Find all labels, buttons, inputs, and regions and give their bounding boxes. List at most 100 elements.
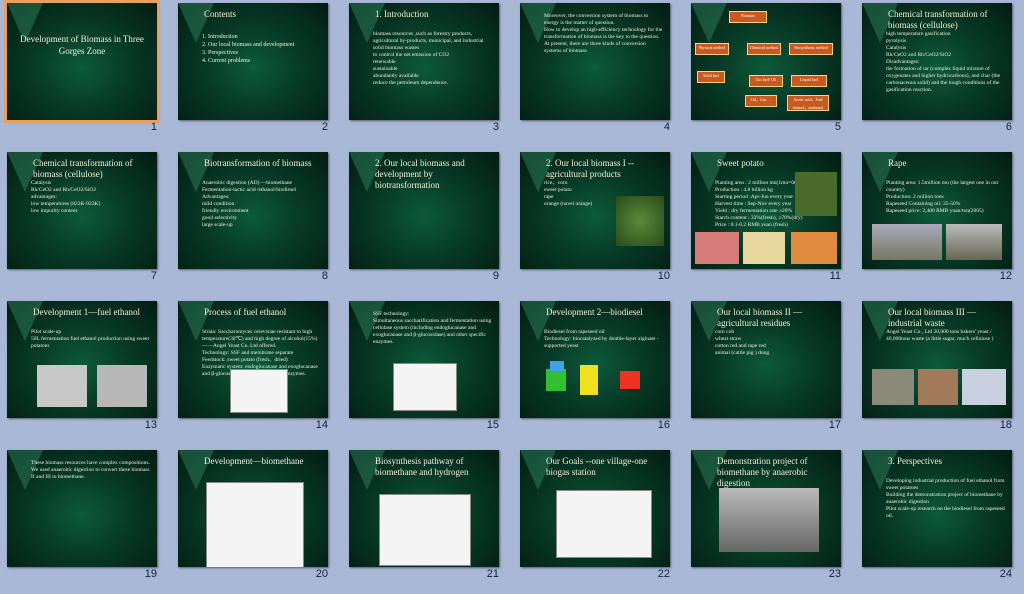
slide-title: Contents [204,9,237,19]
slide-body: Moreover, the conversion system of bioma… [544,13,664,55]
slide-number: 20 [315,568,328,580]
bullet-line: sustainable [373,66,398,72]
slide-body: Angel Yeast Co., Ltd 20,000 tons bakers'… [886,329,1006,343]
bullet-line: mild condition [202,201,235,207]
bullet-line: wheat straw [715,336,742,342]
slide-thumbnail[interactable]: Chemical transformation of biomass (cell… [7,152,157,269]
bullet-line: At present, there are three kinds of con… [544,41,646,54]
bullet-line: Catalysis [886,45,907,51]
slide-image [97,365,147,407]
slide-thumbnail[interactable]: 2. Our local biomass I -- agricultural p… [520,152,670,269]
slide-cell: 1. Introduction biomass resources ,such a… [342,0,513,147]
slide-thumbnail[interactable]: Biotransformation of biomass Anaerobic di… [178,152,328,269]
slide-cell: Process of fuel ethanol Strain: Saccharom… [171,298,342,445]
slide-thumbnail[interactable]: Sweet potato Planting area : 2 million mu… [691,152,841,269]
slide-image [791,232,837,264]
slide-number: 12 [999,270,1012,282]
slide-thumbnail[interactable]: Development 1—fuel ethanol Pilot scale-up… [7,301,157,418]
bullet-line: reduce the petroleum dependence. [373,80,449,86]
slide-cell: Biomass Physical method Chemical method Bio… [684,0,855,147]
bullet-line: These biomass resources have complex com… [31,460,150,466]
slide-thumbnail[interactable]: Development of Biomass in Three Gorges Z… [4,0,160,123]
slide-image [795,172,837,216]
slide-number: 2 [321,121,328,133]
slide-thumbnail[interactable]: Our Goals --one village-one biogas stati… [520,450,670,567]
flowchart-box: Liquid fuel [791,75,827,87]
bullet-line: renewable [373,59,396,65]
slide-number: 19 [144,568,157,580]
slide-thumbnail[interactable]: Process of fuel ethanol Strain: Saccharom… [178,301,328,418]
bullet-line: Feedstock: sweet potato (fresh、dried) [202,357,288,363]
bullet-line: SSF technology: [373,311,410,317]
bullet-line: Fermentation-lactic acid /ethanol/biodie… [202,187,297,193]
slide-title: Demonstration project of biomethane by a… [717,456,808,488]
slide-image [620,371,640,389]
slide-image [550,361,564,371]
slide-thumbnail[interactable]: 2. Our local biomass and development by … [349,152,499,269]
bullet-line: Production: 2 million tons [886,194,944,200]
slide-thumbnail[interactable]: Biosynthesis pathway of biomethane and h… [349,450,499,567]
slide-title: Development of Biomass in Three Gorges Z… [20,34,144,56]
bullet-line: good selectivity [202,215,237,221]
slide-number: 3 [492,121,499,133]
slide-cell: Development 1—fuel ethanol Pilot scale-up… [0,298,171,445]
bullet-line: the formation of tar (complex liquid mix… [886,66,1001,93]
slide-thumbnail[interactable]: Chemical transformation of biomass (cell… [862,3,1012,120]
slide-number: 22 [657,568,670,580]
slide-title: Our local biomass III —industrial waste [888,307,976,328]
slide-title: 3. Perspectives [888,456,942,466]
slide-thumbnail[interactable]: Our local biomass III —industrial waste A… [862,301,1012,418]
slide-number: 7 [150,270,157,282]
slide-cell: Our local biomass III —industrial waste A… [855,298,1024,445]
bullet-line: Simultaneous saccharification and fermen… [373,318,492,345]
slide-thumbnail[interactable]: Development—biomethane [178,450,328,567]
slide-thumbnail[interactable]: 3. Perspectives Developing industrial pro… [862,450,1012,567]
slide-thumbnail[interactable]: Contents 1. Introduction 2. Our local biom… [178,3,328,120]
slide-number: 16 [657,419,670,431]
bullet-line: advantages: [31,194,57,200]
slide-title: Sweet potato [717,158,764,168]
slide-body: Biodiesel from rapeseed oil Technology: b… [544,329,664,350]
bullet-line: low temperatures (823K-923K) [31,201,101,207]
slide-cell: Development—biomethane 20 [171,447,342,594]
slide-diagram [206,482,304,567]
slide-thumbnail[interactable]: Moreover, the conversion system of bioma… [520,3,670,120]
slide-thumbnail[interactable]: SSF technology: Simultaneous saccharifica… [349,301,499,418]
slide-thumbnail[interactable]: Biomass Physical method Chemical method Bio… [691,3,841,120]
slide-thumbnail[interactable]: Demonstration project of biomethane by a… [691,450,841,567]
slide-number: 1 [150,121,157,133]
slide-thumbnail[interactable]: Development 2—biodiesel Biodiesel from ra… [520,301,670,418]
slide-title: Development—biomethane [204,456,304,466]
bullet-line: low impurity content [31,208,78,214]
slide-body: corn cob wheat straw cotton red and rape r… [715,329,835,357]
slide-image [962,369,1006,405]
slide-title: Process of fuel ethanol [204,307,287,317]
slide-diagram [230,369,288,413]
slide-thumbnail[interactable]: These biomass resources have complex com… [7,450,157,567]
bullet-line: biomass resources ,such as forestry prod… [373,31,484,51]
flowchart-box: Acetic acid，Fuel ethanol，methanol [787,95,829,111]
slide-title: 2. Our local biomass and development by … [375,158,465,190]
bullet-line: Biodiesel from rapeseed oil [544,329,605,335]
slide-diagram [379,494,471,566]
slide-thumbnail[interactable]: Our local biomass II —agricultural resid… [691,301,841,418]
slide-cell: Moreover, the conversion system of bioma… [513,0,684,147]
slide-title: Development 2—biodiesel [546,307,643,317]
bullet-line: animal (cattle pig ) dung [715,350,770,356]
slide-thumbnail[interactable]: 1. Introduction biomass resources ,such a… [349,3,499,120]
bullet-line: We used anaerobic digestion to convert t… [31,467,150,480]
bullet-line: Advantages: [202,194,230,200]
bullet-line: Technology: biocatalyzed by double-layer… [544,336,659,349]
slide-cell: SSF technology: Simultaneous saccharifica… [342,298,513,445]
slide-cell: Contents 1. Introduction 2. Our local biom… [171,0,342,147]
slide-cell: Our Goals --one village-one biogas stati… [513,447,684,594]
slide-thumbnail[interactable]: Rape Planting area: 1.5million mu (the la… [862,152,1012,269]
slide-cell: Demonstration project of biomethane by a… [684,447,855,594]
slide-decoration [691,3,727,43]
slide-cell: These biomass resources have complex com… [0,447,171,594]
slide-number: 5 [834,121,841,133]
bullet-line: Starch content : 33%(fresh), ≥70%(dry) [715,215,803,221]
bullet-line: large scale-up [202,222,233,228]
slide-cell: Sweet potato Planting area : 2 million mu… [684,149,855,296]
bullet-line: high temperature gasification [886,31,951,37]
